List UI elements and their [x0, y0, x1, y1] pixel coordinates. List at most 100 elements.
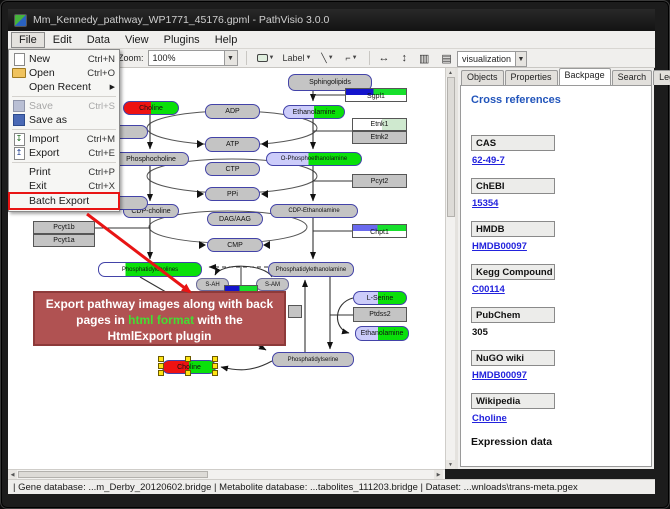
- canvas-vertical-scrollbar[interactable]: ▲ ▼: [445, 68, 455, 469]
- backpage-section-wikipedia: Wikipedia: [471, 393, 555, 409]
- expression-data-heading: Expression data: [471, 436, 651, 448]
- file-menu-item-batch-export[interactable]: Batch Export: [9, 193, 119, 209]
- file-menu-item-save[interactable]: SaveCtrl+S: [9, 99, 119, 113]
- annotation-line2: pages in html format with the: [35, 312, 284, 328]
- node-pcyt2[interactable]: Pcyt2: [352, 174, 407, 188]
- file-menu-item-new[interactable]: NewCtrl+N: [9, 52, 119, 66]
- file-menu-item-export[interactable]: ↥ExportCtrl+E: [9, 146, 119, 160]
- tab-search[interactable]: Search: [612, 70, 653, 85]
- align-horizontal-icon[interactable]: ↔: [378, 52, 389, 65]
- menu-view[interactable]: View: [118, 33, 156, 47]
- crossref-value: 305: [472, 327, 651, 338]
- chevron-down-icon[interactable]: ▼: [269, 55, 275, 61]
- line-tool[interactable]: ╲▼: [317, 51, 337, 66]
- menu-plugins[interactable]: Plugins: [157, 33, 207, 47]
- crossref-link[interactable]: HMDB00097: [472, 241, 651, 252]
- file-menu: NewCtrl+NOpenCtrl+OOpen Recent▶ SaveCtrl+…: [8, 49, 120, 212]
- scroll-left-icon[interactable]: ◀: [8, 470, 17, 479]
- node-sgpl1[interactable]: Sgpl1: [345, 88, 407, 102]
- backpage-sections: CAS62-49-7ChEBI15354HMDBHMDB00097Kegg Co…: [471, 135, 651, 424]
- crossref-link[interactable]: C00114: [472, 284, 651, 295]
- horizontal-scroll-thumb[interactable]: [18, 471, 208, 478]
- node-pcyt1b[interactable]: Pcyt1b: [33, 221, 95, 234]
- node-adp[interactable]: ADP: [205, 104, 260, 119]
- node-pcyt1a[interactable]: Pcyt1a: [33, 234, 95, 247]
- menu-file[interactable]: File: [11, 32, 45, 48]
- backpage-heading: Cross references: [471, 94, 651, 106]
- crossref-link[interactable]: HMDB00097: [472, 370, 651, 381]
- node-ctp[interactable]: CTP: [205, 162, 260, 176]
- crossref-link[interactable]: 62-49-7: [472, 155, 651, 166]
- toolbar-separator: [246, 51, 247, 65]
- node-ptdss2[interactable]: Ptdss2: [353, 307, 407, 322]
- menu-separator: [12, 162, 116, 163]
- connector-tool[interactable]: ⌐▼: [341, 51, 361, 66]
- menu-edit[interactable]: Edit: [46, 33, 79, 47]
- node-cmp[interactable]: CMP: [207, 238, 263, 252]
- backpage-section-kegg-compound: Kegg Compound: [471, 264, 555, 280]
- zoom-combobox[interactable]: 100% ▼: [148, 50, 238, 66]
- vertical-scroll-thumb[interactable]: [447, 77, 455, 217]
- chevron-down-icon[interactable]: ▼: [328, 55, 334, 61]
- file-menu-item-open-recent[interactable]: Open Recent▶: [9, 80, 119, 94]
- align-vertical-icon[interactable]: ↕: [401, 52, 407, 65]
- annotation-callout: Export pathway images along with back pa…: [33, 291, 286, 346]
- node-choline-bottom[interactable]: Choline: [162, 360, 216, 374]
- submenu-arrow-icon: ▶: [110, 83, 115, 91]
- file-menu-item-print[interactable]: PrintCtrl+P: [9, 165, 119, 179]
- side-panel: ObjectsPropertiesBackpageSearchLegend Cr…: [458, 68, 654, 469]
- file-menu-item-save-as[interactable]: Save as: [9, 113, 119, 127]
- scroll-up-icon[interactable]: ▲: [446, 68, 455, 77]
- node-ethanolamine-top[interactable]: Ethanolamine: [283, 105, 345, 119]
- node-phosphocholine[interactable]: Phosphocholine: [113, 152, 189, 166]
- tab-backpage[interactable]: Backpage: [559, 68, 611, 85]
- chevron-down-icon[interactable]: ▼: [352, 55, 358, 61]
- tool-buttons: ▼Label▼╲▼⌐▼: [255, 51, 362, 66]
- node-o-phosphoethanolamine[interactable]: O-Phosphoethanolamine: [266, 152, 362, 166]
- node-dag-aag[interactable]: DAG/AAG: [207, 212, 263, 226]
- node-cdp-ethanolamine[interactable]: CDP-Ethanolamine: [270, 204, 358, 218]
- zoom-value: 100%: [149, 53, 224, 63]
- node-anchor-box[interactable]: [288, 305, 302, 318]
- file-menu-item-import[interactable]: ↧ImportCtrl+M: [9, 132, 119, 146]
- scroll-right-icon[interactable]: ▶: [434, 470, 443, 479]
- menu-data[interactable]: Data: [80, 33, 117, 47]
- file-menu-item-exit[interactable]: ExitCtrl+X: [9, 179, 119, 193]
- pathvisio-window: Mm_Kennedy_pathway_WP1771_45176.gpml - P…: [0, 0, 670, 509]
- tab-properties[interactable]: Properties: [505, 70, 558, 85]
- node-s-am[interactable]: S-AM: [256, 278, 289, 291]
- node-choline-top[interactable]: Choline: [123, 101, 179, 115]
- chevron-down-icon[interactable]: ▼: [306, 55, 312, 61]
- title-bar[interactable]: Mm_Kennedy_pathway_WP1771_45176.gpml - P…: [8, 9, 655, 31]
- node-etnk2[interactable]: Etnk2: [352, 131, 407, 144]
- backpage-section-chebi: ChEBI: [471, 178, 555, 194]
- node-phosphatidylserine[interactable]: Phosphatidylserine: [272, 352, 354, 367]
- node-ppi[interactable]: PPi: [205, 187, 260, 201]
- tab-objects[interactable]: Objects: [461, 70, 504, 85]
- backpage-content: Cross references CAS62-49-7ChEBI15354HMD…: [460, 85, 652, 467]
- distribute-vertical-icon[interactable]: ▤: [441, 52, 451, 65]
- node-ethanolamine-bottom[interactable]: Ethanolamine: [355, 326, 409, 341]
- node-etnk1[interactable]: Etnk1: [352, 118, 407, 131]
- node-phosphatidylcholines[interactable]: Phosphatidylcholines: [98, 262, 202, 277]
- crossref-link[interactable]: Choline: [472, 413, 651, 424]
- tab-legend[interactable]: Legend: [653, 70, 670, 85]
- import-icon: ↧: [14, 133, 25, 146]
- distribute-horizontal-icon[interactable]: ▥: [419, 52, 429, 65]
- annotation-highlight: html format: [128, 313, 194, 327]
- crossref-link[interactable]: 15354: [472, 198, 651, 209]
- node-phosphatidylethanolamine[interactable]: Phosphatidylethanolamine: [268, 262, 354, 277]
- node-l-serine[interactable]: L-Serine: [353, 291, 407, 305]
- chevron-down-icon[interactable]: ▼: [515, 52, 526, 66]
- menu-help[interactable]: Help: [208, 33, 245, 47]
- gene-tool[interactable]: ▼: [255, 51, 277, 66]
- status-text: | Gene database: ...m_Derby_20120602.bri…: [13, 482, 578, 493]
- node-chpt1[interactable]: Chpt1: [352, 224, 407, 238]
- scroll-down-icon[interactable]: ▼: [446, 460, 455, 469]
- chevron-down-icon[interactable]: ▼: [224, 51, 237, 65]
- file-menu-item-open[interactable]: OpenCtrl+O: [9, 66, 119, 80]
- label-tool[interactable]: Label▼: [280, 51, 313, 66]
- visualization-combobox[interactable]: visualization ▼: [457, 51, 527, 67]
- node-atp[interactable]: ATP: [205, 137, 260, 152]
- canvas-horizontal-scrollbar[interactable]: ◀ ▶: [8, 469, 445, 479]
